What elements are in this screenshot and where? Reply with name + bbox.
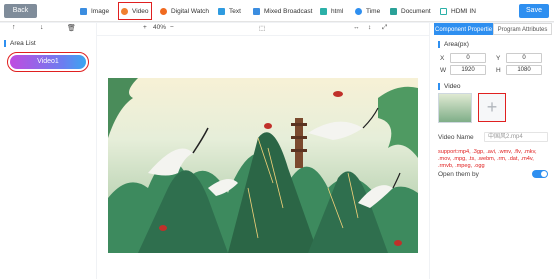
- area-title: Area(px): [438, 41, 469, 48]
- area-item-video1[interactable]: Video1: [7, 52, 89, 72]
- tab-component-properties[interactable]: Component Properties: [434, 23, 493, 35]
- tool-text-label: Text: [229, 7, 241, 15]
- tool-hdmi-in-label: HDMI IN: [451, 7, 476, 15]
- mixed-icon: [253, 7, 260, 15]
- fit-width-icon[interactable]: ↔: [353, 24, 360, 31]
- tool-time-label: Time: [366, 7, 381, 15]
- open-them-label: Open them by: [438, 171, 479, 178]
- tab-program-attributes[interactable]: Program Attributes: [493, 23, 552, 35]
- tool-document[interactable]: Document: [390, 5, 431, 17]
- zoom-out-icon[interactable]: −: [170, 24, 174, 31]
- h-label: H: [496, 67, 501, 74]
- w-field[interactable]: 1920: [450, 65, 486, 75]
- move-down-icon[interactable]: ↓: [40, 24, 44, 31]
- zoom-level: 40%: [153, 24, 167, 31]
- tool-image-label: Image: [91, 7, 110, 15]
- document-icon: [390, 7, 397, 15]
- property-tabs: Component Properties Program Attributes: [434, 23, 552, 35]
- save-button[interactable]: Save: [519, 4, 549, 18]
- tool-image[interactable]: Image: [80, 5, 109, 17]
- add-video-button[interactable]: +: [478, 93, 506, 122]
- chinese-landscape-image: [108, 78, 418, 253]
- hdmi-icon: [440, 7, 447, 15]
- back-button[interactable]: Back: [4, 4, 37, 18]
- open-them-toggle[interactable]: [532, 170, 548, 178]
- zoom-in-icon[interactable]: +: [143, 24, 147, 31]
- support-formats-text: support:mp4, .3gp, .avi, .wmv, .flv, .mk…: [438, 149, 537, 169]
- video-icon: [121, 7, 128, 15]
- video-section-title: Video: [438, 83, 461, 90]
- html-icon: [320, 7, 327, 15]
- tool-video[interactable]: Video: [118, 2, 152, 20]
- delete-icon[interactable]: 🗑: [67, 24, 76, 32]
- canvas-toolbar: + 40% − ⬚ ↔ ↕ ⤢: [97, 23, 429, 35]
- tool-text[interactable]: Text: [218, 5, 241, 17]
- tool-digital-watch-label: Digital Watch: [171, 7, 210, 15]
- left-panel: ↑ ↓ 🗑 Area List Video1: [0, 23, 96, 279]
- w-label: W: [440, 67, 447, 74]
- video-name-label: Video Name: [438, 134, 474, 141]
- tool-hdmi-in[interactable]: HDMI IN: [440, 5, 476, 17]
- h-field[interactable]: 1080: [506, 65, 542, 75]
- tool-document-label: Document: [401, 7, 431, 15]
- x-label: X: [440, 55, 445, 62]
- image-icon: [80, 7, 87, 15]
- time-icon: [355, 7, 362, 15]
- y-field[interactable]: 0: [506, 53, 542, 63]
- tool-time[interactable]: Time: [355, 5, 380, 17]
- video-preview[interactable]: [108, 78, 418, 253]
- tool-digital-watch[interactable]: Digital Watch: [160, 5, 209, 17]
- tool-video-label: Video: [132, 7, 149, 15]
- toggle-knob: [541, 171, 547, 177]
- tool-mixed-broadcast-label: Mixed Broadcast: [264, 7, 313, 15]
- move-up-icon[interactable]: ↑: [12, 24, 16, 31]
- tool-html[interactable]: html: [320, 5, 343, 17]
- fit-height-icon[interactable]: ↕: [368, 24, 371, 31]
- canvas-area: [97, 36, 429, 279]
- area-list-title: Area List: [4, 40, 36, 47]
- text-icon: [218, 7, 225, 15]
- plus-icon: +: [486, 97, 498, 117]
- video-name-field[interactable]: 中国风2.mp4: [484, 132, 548, 142]
- top-toolbar: Back Image Video Digital Watch Text Mixe…: [0, 0, 554, 22]
- video-thumbnail[interactable]: [438, 93, 472, 123]
- y-label: Y: [496, 55, 501, 62]
- x-field[interactable]: 0: [450, 53, 486, 63]
- right-panel: Component Properties Program Attributes …: [430, 23, 554, 279]
- fit-icon[interactable]: ⬚: [259, 24, 265, 32]
- fullscreen-icon[interactable]: ⤢: [382, 24, 387, 32]
- tool-mixed-broadcast[interactable]: Mixed Broadcast: [253, 5, 312, 17]
- tool-html-label: html: [331, 7, 344, 15]
- left-tools: ↑ ↓ 🗑: [0, 23, 96, 35]
- clock-icon: [160, 7, 167, 15]
